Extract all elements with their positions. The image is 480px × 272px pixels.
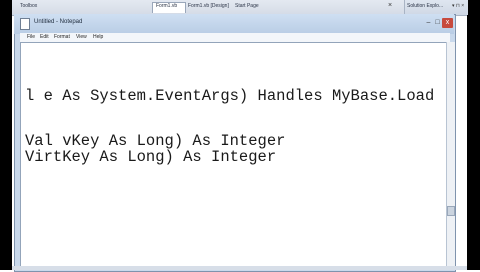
bottom-frame bbox=[12, 266, 467, 270]
menu-help[interactable]: Help bbox=[93, 34, 103, 40]
pane-buttons-icon[interactable]: ▾ ⊓ × bbox=[452, 3, 464, 9]
solution-explorer-title[interactable]: Solution Explo... bbox=[407, 3, 443, 9]
toolbox-pane-title[interactable]: Toolbox bbox=[20, 3, 37, 9]
scrollbar-thumb[interactable] bbox=[447, 206, 455, 216]
video-letterbox-left bbox=[0, 0, 12, 270]
menu-format[interactable]: Format bbox=[54, 34, 70, 40]
maximize-button[interactable]: □ bbox=[433, 18, 442, 28]
minimize-button[interactable]: – bbox=[424, 18, 433, 28]
video-letterbox-right bbox=[467, 0, 480, 270]
menu-file[interactable]: File bbox=[27, 34, 35, 40]
close-tab-icon[interactable]: × bbox=[388, 2, 392, 9]
window-title: Untitled - Notepad bbox=[34, 19, 83, 25]
menu-edit[interactable]: Edit bbox=[40, 34, 49, 40]
tab-form-vb[interactable]: Form1.vb bbox=[156, 3, 177, 9]
menu-view[interactable]: View bbox=[76, 34, 87, 40]
tab-form-design[interactable]: Form1.vb [Design] bbox=[188, 3, 229, 9]
vertical-scrollbar[interactable] bbox=[446, 42, 455, 266]
code-line: VirtKey As Long) As Integer bbox=[25, 148, 277, 166]
notepad-icon bbox=[20, 18, 30, 30]
code-line: Val vKey As Long) As Integer bbox=[25, 132, 286, 150]
close-button[interactable]: x bbox=[442, 18, 453, 28]
text-editor[interactable]: l e As System.EventArgs) Handles MyBase.… bbox=[20, 42, 448, 268]
tab-start-page[interactable]: Start Page bbox=[235, 3, 259, 9]
code-line: l e As System.EventArgs) Handles MyBase.… bbox=[25, 87, 435, 105]
